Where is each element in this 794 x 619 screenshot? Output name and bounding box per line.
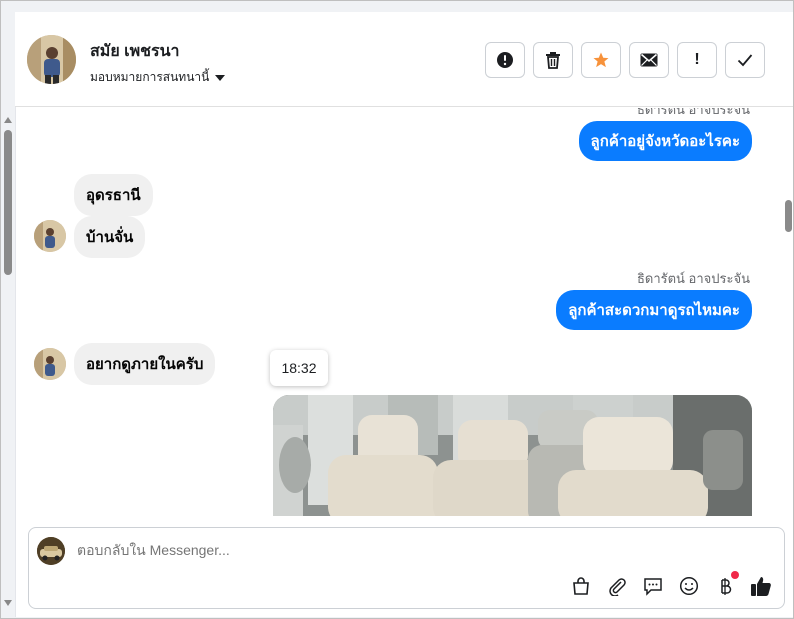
notification-dot — [731, 571, 739, 579]
delete-button[interactable] — [533, 42, 573, 78]
paperclip-icon — [609, 578, 626, 596]
scrollbar-thumb[interactable] — [4, 130, 12, 275]
composer-toolbar — [569, 571, 773, 598]
contact-avatar[interactable] — [27, 35, 76, 84]
message-input[interactable] — [77, 542, 677, 558]
message-list: ธิดารัตน์ อาจประจัน ลูกค้าอยู่จังหวัดอะไ… — [16, 108, 792, 516]
mark-unread-button[interactable] — [629, 42, 669, 78]
baht-icon — [721, 578, 732, 595]
contact-name[interactable]: สมัย เพชรนา — [90, 39, 180, 64]
contact-avatar-small — [34, 348, 66, 380]
smiley-icon — [679, 576, 699, 596]
chat-bubble-icon — [644, 578, 662, 596]
payment-button[interactable] — [713, 571, 739, 598]
follow-up-button[interactable]: ! — [677, 42, 717, 78]
incoming-message[interactable]: อุดรธานี — [74, 174, 153, 216]
assign-label: มอบหมายการสนทนานี้ — [90, 70, 210, 84]
star-icon — [593, 52, 609, 68]
chevron-down-icon — [215, 75, 226, 81]
alert-circle-icon — [497, 52, 513, 68]
incoming-message[interactable]: บ้านจั่น — [74, 216, 146, 258]
incoming-message[interactable]: อยากดูภายในครับ — [74, 343, 216, 385]
thumbs-up-icon — [751, 577, 771, 596]
assign-conversation-dropdown[interactable]: มอบหมายการสนทนานี้ — [90, 68, 226, 87]
exclamation-icon: ! — [694, 51, 700, 68]
star-button[interactable] — [581, 42, 621, 78]
page-avatar — [37, 537, 65, 565]
outgoing-message[interactable]: ลูกค้าอยู่จังหวัดอะไรคะ — [578, 121, 752, 161]
attach-button[interactable] — [605, 574, 629, 598]
spam-button[interactable] — [485, 42, 525, 78]
chat-scrollbar[interactable] — [2, 112, 14, 607]
mark-done-button[interactable] — [725, 42, 765, 78]
scroll-up-arrow-icon[interactable] — [4, 117, 12, 123]
scroll-down-arrow-icon[interactable] — [4, 600, 12, 606]
shopping-bag-icon — [573, 577, 589, 595]
trash-icon — [546, 52, 560, 69]
emoji-button[interactable] — [677, 574, 701, 598]
check-icon — [737, 54, 753, 67]
van-interior-photo[interactable] — [273, 395, 752, 516]
conversation-header: สมัย เพชรนา มอบหมายการสนทนานี้ ! — [15, 12, 793, 107]
sender-name: ธิดารัตน์ อาจประจัน — [636, 271, 750, 286]
like-button[interactable] — [749, 574, 773, 598]
reply-composer — [28, 527, 785, 609]
contact-avatar-small — [34, 220, 66, 252]
shopping-bag-button[interactable] — [569, 574, 593, 598]
header-actions: ! — [485, 42, 765, 78]
saved-replies-button[interactable] — [641, 574, 665, 598]
timestamp-tooltip: 18:32 — [270, 350, 328, 386]
sender-name: ธิดารัตน์ อาจประจัน — [636, 108, 750, 117]
outgoing-message[interactable]: ลูกค้าสะดวกมาดูรถไหมคะ — [556, 290, 752, 330]
envelope-icon — [640, 53, 658, 67]
